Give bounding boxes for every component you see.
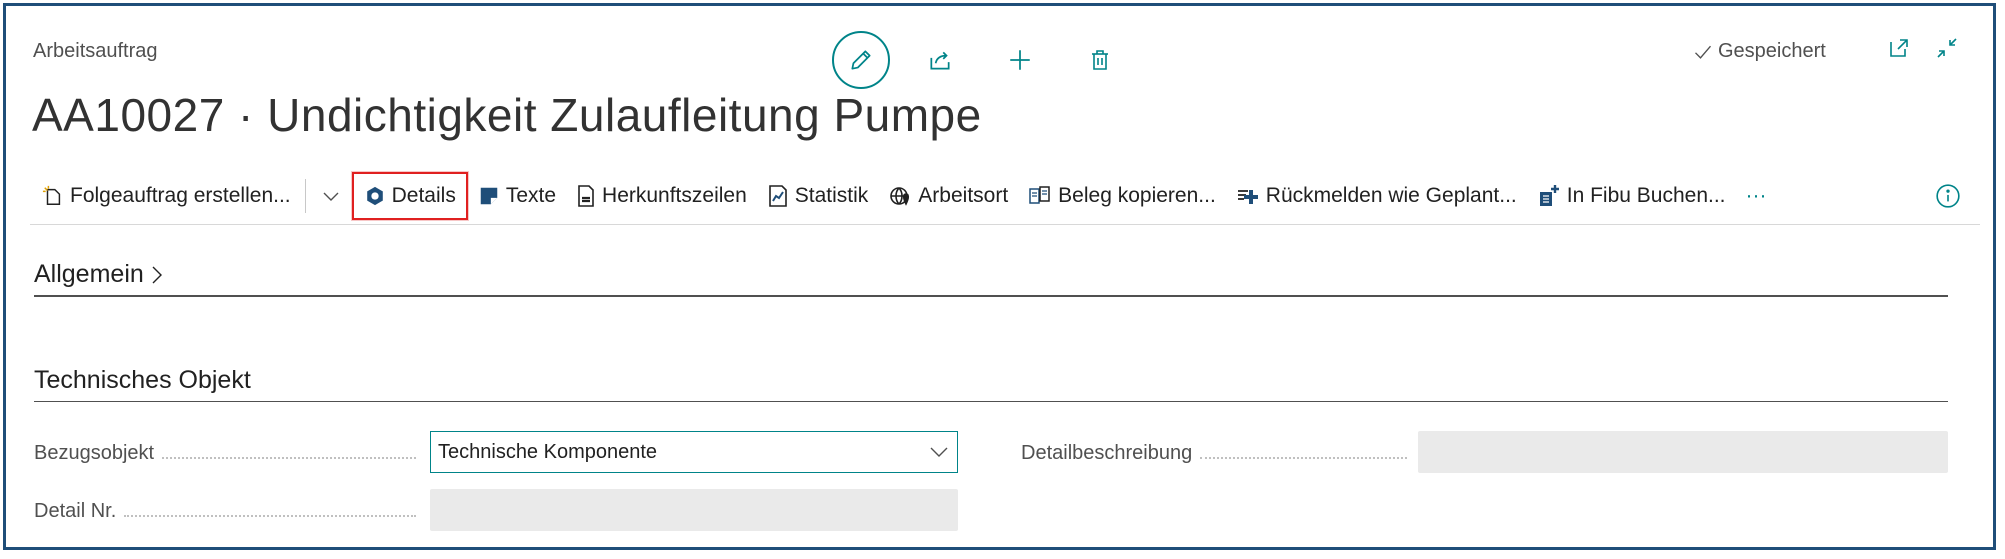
share-icon	[930, 51, 950, 70]
new-button[interactable]	[990, 31, 1050, 89]
statistik-label: Statistik	[794, 184, 869, 207]
herkunftszeilen-button[interactable]: Herkunftszeilen	[566, 174, 757, 218]
in-fibu-buchen-label: In Fibu Buchen...	[1566, 184, 1726, 207]
more-actions-button[interactable]: ···	[1736, 174, 1777, 218]
delete-button[interactable]	[1070, 31, 1130, 89]
save-status: Gespeichert	[1692, 40, 1826, 63]
folgeauftrag-label: Folgeauftrag erstellen...	[70, 184, 291, 207]
trash-icon	[1092, 50, 1108, 70]
section-divider	[34, 295, 1948, 297]
open-new-window-icon[interactable]	[1886, 36, 1912, 60]
more-actions-label: ···	[1745, 184, 1767, 207]
statistik-button[interactable]: Statistik	[757, 174, 879, 218]
chevron-down-icon	[323, 192, 339, 201]
chart-document-icon	[768, 185, 787, 207]
rueckmelden-button[interactable]: Rückmelden wie Geplant...	[1226, 174, 1527, 218]
beleg-kopieren-button[interactable]: Beleg kopieren...	[1018, 174, 1226, 218]
save-status-label: Gespeichert	[1718, 40, 1826, 62]
top-action-group	[832, 28, 1130, 92]
window-controls	[1886, 36, 1960, 60]
detail-nr-field[interactable]	[430, 489, 958, 531]
bezugsobjekt-label: Bezugsobjekt	[34, 442, 155, 464]
detail-nr-label-row: Detail Nr.	[34, 500, 424, 523]
info-button[interactable]	[1935, 183, 1961, 214]
detailbeschreibung-field[interactable]	[1418, 431, 1948, 473]
new-document-icon	[42, 185, 61, 205]
texte-label: Texte	[505, 184, 557, 207]
page-title: AA10027 · Undichtigkeit Zulaufleitung Pu…	[32, 89, 982, 141]
edit-button[interactable]	[832, 31, 890, 89]
texte-button[interactable]: Texte	[468, 174, 566, 218]
detailbeschreibung-label-row: Detailbeschreibung	[1021, 442, 1415, 465]
action-bar-divider	[30, 224, 1980, 225]
action-bar: Folgeauftrag erstellen... Details Texte …	[30, 168, 1777, 224]
add-lines-icon	[1237, 190, 1258, 204]
bezugsobjekt-select[interactable]: Technische Komponente	[430, 431, 958, 473]
post-document-icon	[1539, 185, 1559, 206]
section-technisches-objekt-title: Technisches Objekt	[34, 366, 251, 394]
arbeitsort-button[interactable]: Arbeitsort	[878, 174, 1018, 218]
bezugsobjekt-value: Technische Komponente	[438, 440, 658, 463]
dotted-leader	[1200, 456, 1407, 459]
collapse-icon[interactable]	[1934, 36, 1960, 60]
breadcrumb: Arbeitsauftrag	[33, 40, 158, 62]
info-icon	[1936, 184, 1960, 208]
arbeitsort-label: Arbeitsort	[918, 184, 1009, 207]
detail-nr-label: Detail Nr.	[34, 500, 117, 522]
note-icon	[480, 187, 498, 205]
action-dropdown[interactable]	[310, 174, 352, 218]
herkunftszeilen-label: Herkunftszeilen	[602, 184, 747, 207]
copy-document-icon	[1029, 186, 1050, 204]
details-button[interactable]: Details	[351, 172, 468, 220]
bezugsobjekt-label-row: Bezugsobjekt	[34, 442, 424, 465]
beleg-kopieren-label: Beleg kopieren...	[1058, 184, 1216, 207]
pencil-icon	[851, 50, 871, 70]
section-divider	[34, 401, 1948, 402]
chevron-right-icon	[152, 266, 162, 283]
chevron-down-icon	[930, 447, 948, 457]
dotted-leader	[162, 456, 416, 459]
folgeauftrag-button[interactable]: Folgeauftrag erstellen...	[30, 174, 301, 218]
share-button[interactable]	[910, 31, 970, 89]
section-allgemein-header[interactable]: Allgemein	[34, 260, 164, 289]
globe-location-icon	[890, 187, 910, 206]
in-fibu-buchen-button[interactable]: In Fibu Buchen...	[1527, 174, 1736, 218]
checkmark-icon	[1695, 45, 1712, 59]
divider	[304, 179, 306, 213]
section-allgemein-title: Allgemein	[34, 260, 144, 288]
dotted-leader	[124, 514, 416, 517]
rueckmelden-label: Rückmelden wie Geplant...	[1265, 184, 1517, 207]
details-label: Details	[391, 184, 456, 207]
details-gear-icon	[366, 186, 383, 206]
plus-icon	[1010, 50, 1030, 70]
document-lines-icon	[578, 185, 594, 207]
detailbeschreibung-label: Detailbeschreibung	[1021, 442, 1193, 464]
